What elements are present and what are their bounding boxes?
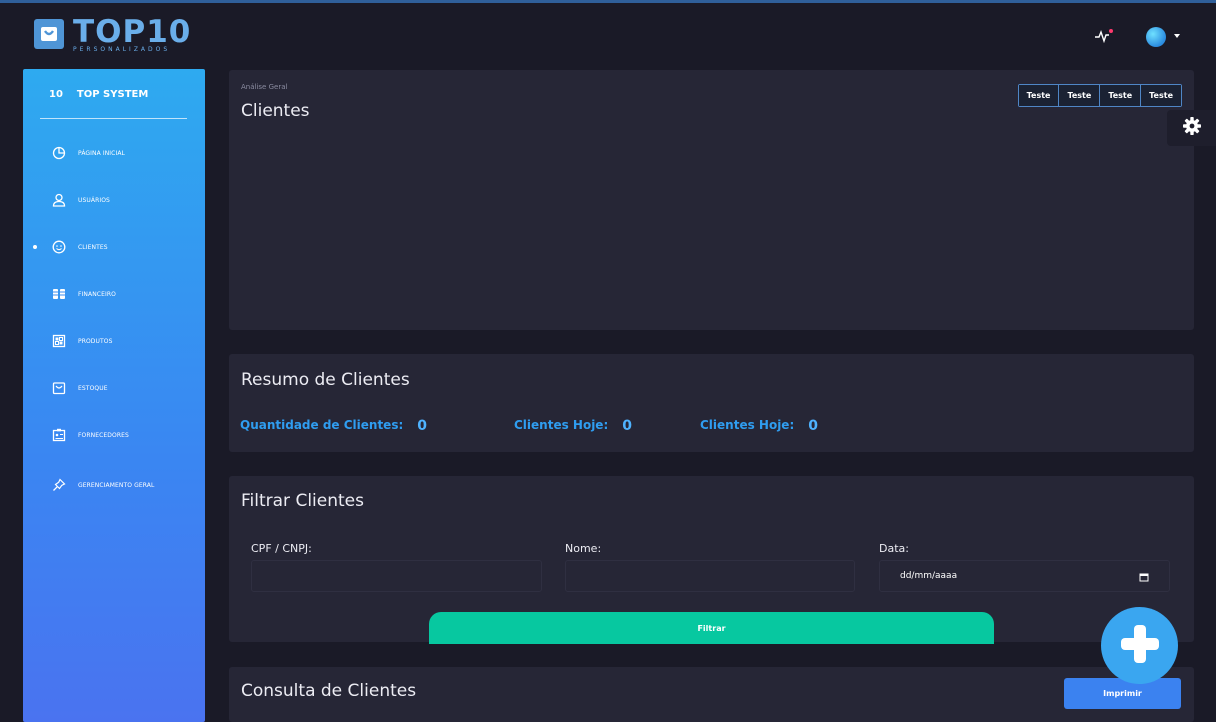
id-card-icon [51, 427, 67, 443]
sidebar-item-produtos[interactable]: PRODUTOS [23, 329, 205, 353]
overview-panel: Análise Geral Clientes Teste Teste Teste… [229, 70, 1194, 330]
sidebar-item-label: USUÁRIOS [78, 196, 110, 204]
stat-label: Quantidade de Clientes: [240, 418, 404, 432]
user-avatar[interactable] [1146, 27, 1166, 47]
test-button-3[interactable]: Teste [1100, 85, 1142, 106]
chevron-down-icon[interactable] [1174, 34, 1180, 38]
smile-icon [51, 239, 67, 255]
sidebar-brand[interactable]: 10 TOP SYSTEM [49, 89, 148, 100]
stat-value: 0 [808, 418, 818, 434]
sidebar-item-gerenciamento-geral[interactable]: GERENCIAMENTO GERAL [23, 473, 205, 497]
bag-icon [51, 380, 67, 396]
brand-name: TOP SYSTEM [76, 89, 149, 100]
add-button[interactable] [1101, 607, 1178, 684]
date-input[interactable]: dd/mm/aaaa [879, 560, 1170, 592]
query-panel: Consulta de Clientes Imprimir [229, 667, 1194, 722]
calendar-icon[interactable] [1139, 572, 1149, 585]
sidebar-item-label: CLIENTES [78, 243, 108, 251]
plus-icon [1118, 622, 1162, 670]
cpf-input[interactable] [251, 560, 542, 592]
cpf-label: CPF / CNPJ: [251, 542, 312, 555]
date-placeholder: dd/mm/aaaa [900, 571, 958, 581]
sidebar-item-label: PRODUTOS [78, 337, 113, 345]
filter-panel: Filtrar Clientes CPF / CNPJ: Nome: Data:… [229, 476, 1194, 644]
sidebar-item-label: FORNECEDORES [78, 431, 129, 439]
settings-button[interactable] [1167, 110, 1216, 146]
gear-icon [1182, 116, 1202, 140]
sidebar-item-label: ESTOQUE [78, 384, 108, 392]
stat-clientes-hoje-2: Clientes Hoje: 0 [700, 418, 818, 434]
sidebar-item-estoque[interactable]: ESTOQUE [23, 376, 205, 400]
coins-icon [51, 286, 67, 302]
logo-bag-icon [34, 19, 64, 49]
stat-label: Clientes Hoje: [514, 418, 609, 432]
sidebar-item-pagina-inicial[interactable]: PÁGINA INICIAL [23, 141, 205, 165]
pie-chart-icon [51, 145, 67, 161]
top-bar: TOP10 PERSONALIZADOS [0, 3, 1216, 59]
active-indicator [33, 245, 37, 249]
stat-value: 0 [622, 418, 632, 434]
stat-total-clientes: Quantidade de Clientes: 0 [240, 418, 427, 434]
summary-panel: Resumo de Clientes Quantidade de Cliente… [229, 354, 1194, 452]
print-button[interactable]: Imprimir [1064, 678, 1181, 709]
test-button-group: Teste Teste Teste Teste [1017, 84, 1182, 107]
stat-label: Clientes Hoje: [700, 418, 795, 432]
sidebar-item-label: FINANCEIRO [78, 290, 116, 298]
stat-clientes-hoje: Clientes Hoje: 0 [514, 418, 632, 434]
brand-logo[interactable]: TOP10 PERSONALIZADOS [34, 14, 192, 53]
summary-title: Resumo de Clientes [241, 370, 410, 390]
filter-button[interactable]: Filtrar [429, 612, 994, 644]
activity-pulse-icon[interactable] [1095, 28, 1113, 47]
user-icon [51, 192, 67, 208]
brand-number: 10 [49, 89, 63, 100]
sidebar-item-usuarios[interactable]: USUÁRIOS [23, 188, 205, 212]
pin-icon [51, 477, 67, 493]
page-title: Clientes [241, 101, 310, 121]
nome-label: Nome: [565, 542, 602, 555]
stat-value: 0 [417, 418, 428, 434]
sidebar-item-label: GERENCIAMENTO GERAL [78, 481, 155, 489]
data-label: Data: [879, 542, 909, 555]
grid-box-icon [51, 333, 67, 349]
sidebar-item-label: PÁGINA INICIAL [78, 149, 125, 157]
sidebar-item-fornecedores[interactable]: FORNECEDORES [23, 423, 205, 447]
divider [40, 118, 187, 119]
breadcrumb: Análise Geral [241, 83, 288, 91]
test-button-1[interactable]: Teste [1018, 85, 1060, 106]
filter-title: Filtrar Clientes [241, 491, 364, 511]
sidebar-item-financeiro[interactable]: FINANCEIRO [23, 282, 205, 306]
test-button-4[interactable]: Teste [1141, 85, 1181, 106]
test-button-2[interactable]: Teste [1059, 85, 1101, 106]
sidebar: 10 TOP SYSTEM PÁGINA INICIAL USUÁRIOS CL… [23, 69, 205, 722]
query-title: Consulta de Clientes [241, 681, 417, 701]
nome-input[interactable] [565, 560, 855, 592]
sidebar-item-clientes[interactable]: CLIENTES [23, 235, 205, 259]
logo-text: TOP10 [73, 14, 192, 50]
